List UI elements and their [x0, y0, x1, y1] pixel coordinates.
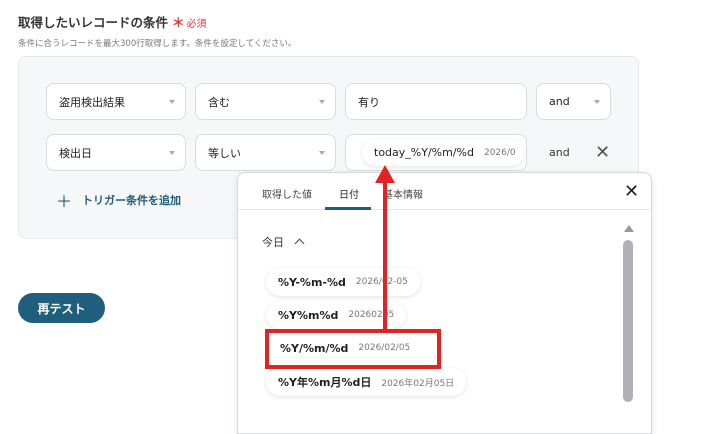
chevron-down-icon — [319, 100, 325, 104]
today-section-header[interactable]: 今日 — [262, 234, 305, 250]
add-trigger-condition-button[interactable]: ＋ トリガー条件を追加 — [56, 188, 181, 212]
date-format-preview: 20260205 — [348, 310, 395, 320]
annotation-arrow-shaft — [383, 180, 387, 330]
popup-tabs: 取得した値 日付 基本情報 — [238, 173, 651, 210]
condition-1-value-input[interactable]: 有り — [345, 83, 527, 120]
annotation-highlight-box — [265, 329, 441, 369]
required-label: 必須 — [186, 19, 207, 30]
tab-fetched-values[interactable]: 取得した値 — [262, 186, 312, 201]
condition-1-operator-select[interactable]: 含む — [195, 83, 336, 120]
plus-icon: ＋ — [56, 192, 73, 211]
annotation-arrow-head — [375, 165, 395, 183]
tab-basic-info[interactable]: 基本情報 — [383, 186, 423, 201]
date-format-preview: 2026/02-05 — [355, 277, 408, 287]
date-format-code: %Y-%m-%d — [278, 275, 346, 289]
close-icon[interactable]: ✕ — [624, 183, 639, 201]
add-trigger-label: トリガー条件を追加 — [82, 194, 182, 207]
active-tab-indicator — [325, 207, 371, 210]
condition-1-value-text: 有り — [358, 95, 380, 109]
condition-1-field-select[interactable]: 盗用検出結果 — [46, 83, 186, 120]
condition-1-logic-select[interactable]: and — [536, 83, 611, 120]
date-format-option[interactable]: %Y年%m月%d日 2026年02月05日 — [266, 368, 467, 396]
chevron-down-icon — [594, 100, 600, 104]
required-mark: ＊ — [172, 15, 185, 30]
chevron-down-icon — [169, 100, 175, 104]
date-format-code: %Y%m%d — [278, 308, 339, 322]
remove-condition-icon[interactable]: ✕ — [595, 144, 610, 162]
condition-1-field-value: 盗用検出結果 — [59, 95, 125, 109]
chevron-down-icon — [319, 151, 325, 155]
condition-2-value-text: today_%Y/%m/%d — [374, 146, 474, 159]
condition-2-operator-select[interactable]: 等しい — [195, 134, 336, 171]
condition-2-logic-label: and — [549, 146, 570, 159]
today-section-label: 今日 — [262, 236, 284, 249]
condition-1-logic-value: and — [549, 95, 570, 108]
condition-title-text: 取得したいレコードの条件 — [18, 15, 169, 30]
scroll-up-arrow-icon[interactable] — [624, 225, 634, 232]
condition-2-field-select[interactable]: 検出日 — [46, 134, 186, 171]
condition-2-value-chip[interactable]: today_%Y/%m/%d 2026/0 — [362, 139, 524, 166]
condition-subtitle: 条件に合うレコードを最大300行取得します。条件を設定してください。 — [18, 39, 297, 49]
tab-date[interactable]: 日付 — [339, 186, 359, 201]
date-format-preview: 2026年02月05日 — [381, 378, 455, 389]
chevron-up-icon — [294, 238, 305, 249]
date-format-option[interactable]: %Y-%m-%d 2026/02-05 — [266, 268, 420, 296]
date-format-code: %Y年%m月%d日 — [278, 376, 372, 389]
scrollbar[interactable] — [623, 225, 634, 433]
retest-button[interactable]: 再テスト — [18, 293, 105, 323]
chevron-down-icon — [169, 151, 175, 155]
scrollbar-thumb[interactable] — [623, 240, 633, 402]
condition-2-field-value: 検出日 — [59, 146, 92, 160]
condition-2-value-preview: 2026/0 — [483, 147, 516, 158]
condition-1-operator-value: 含む — [208, 95, 230, 109]
condition-title: 取得したいレコードの条件＊必須 — [18, 12, 207, 31]
condition-2-operator-value: 等しい — [208, 146, 241, 160]
